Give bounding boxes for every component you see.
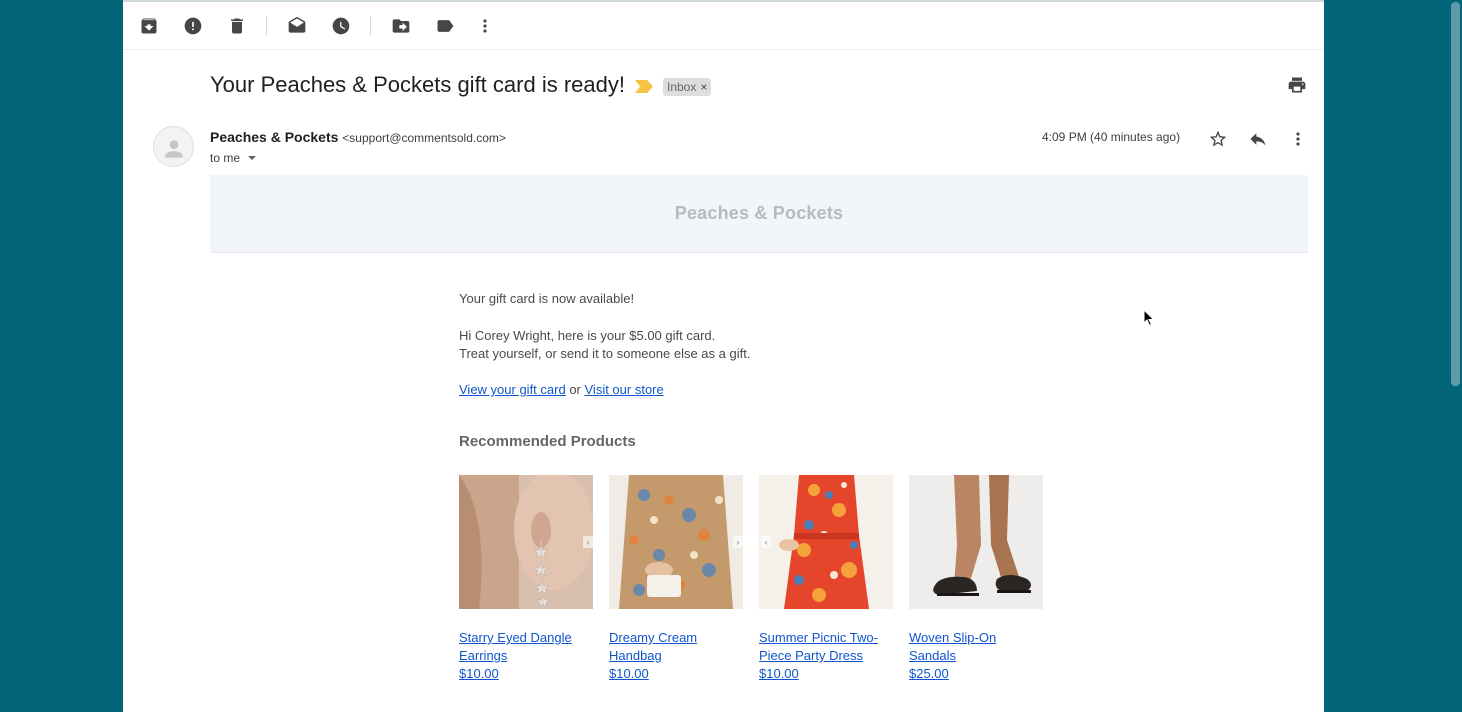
product-price-link[interactable]: $10.00: [759, 666, 799, 681]
email-subject: Your Peaches & Pockets gift card is read…: [210, 72, 625, 97]
product-card: ‹ Summer Picnic Two-Piece Party Dress $1…: [759, 475, 893, 683]
reply-icon[interactable]: [1246, 127, 1270, 151]
email-timestamp: 4:09 PM (40 minutes ago): [1042, 130, 1181, 144]
product-card: › Dreamy Cream Handbag $10.00: [609, 475, 743, 683]
product-name-link[interactable]: Dreamy Cream Handbag: [609, 630, 697, 663]
snooze-icon[interactable]: [329, 14, 353, 38]
recipient-details-toggle[interactable]: to me: [210, 151, 257, 165]
recommended-products-heading: Recommended Products: [459, 433, 636, 450]
product-image-dress[interactable]: ‹: [759, 475, 893, 609]
email-window: Your Peaches & Pockets gift card is read…: [123, 2, 1324, 712]
sender-avatar[interactable]: [153, 126, 194, 167]
product-name-link[interactable]: Summer Picnic Two-Piece Party Dress: [759, 630, 878, 663]
more-options-icon[interactable]: [1286, 127, 1310, 151]
store-logo-text: Peaches & Pockets: [674, 203, 844, 223]
archive-icon[interactable]: [137, 14, 161, 38]
action-links: View your gift card or Visit our store: [459, 382, 664, 397]
sender-name[interactable]: Peaches & Pockets: [210, 129, 338, 145]
carousel-next-icon[interactable]: ›: [733, 536, 743, 548]
carousel-next-icon[interactable]: ›: [583, 536, 593, 548]
inbox-label-text: Inbox: [667, 80, 697, 94]
toolbar-divider: [266, 16, 267, 36]
scrollbar[interactable]: [1451, 2, 1460, 386]
email-banner: Peaches & Pockets: [210, 175, 1308, 253]
chevron-down-icon: [248, 156, 257, 160]
product-image-handbag[interactable]: ›: [609, 475, 743, 609]
greeting-paragraph: Hi Corey Wright, here is your $5.00 gift…: [459, 327, 750, 363]
person-icon: [164, 139, 183, 158]
sender-email: <support@commentsold.com>: [342, 131, 506, 145]
delete-icon[interactable]: [225, 14, 249, 38]
sender-line: Peaches & Pockets <support@commentsold.c…: [210, 129, 506, 145]
product-image-earrings[interactable]: ›: [459, 475, 593, 609]
label-icon[interactable]: [433, 14, 457, 38]
product-card: › Starry Eyed Dangle Earrings $10.00: [459, 475, 593, 683]
recipient-text: to me: [210, 151, 241, 165]
carousel-prev-icon[interactable]: ‹: [761, 536, 771, 548]
product-price-link[interactable]: $10.00: [459, 666, 499, 681]
print-icon[interactable]: [1287, 75, 1309, 97]
move-to-icon[interactable]: [389, 14, 413, 38]
product-name-link[interactable]: Starry Eyed Dangle Earrings: [459, 630, 572, 663]
gift-suggestion-line: Treat yourself, or send it to someone el…: [459, 346, 751, 361]
remove-label-icon[interactable]: ×: [700, 78, 707, 96]
inbox-label-chip[interactable]: Inbox ×: [663, 78, 712, 96]
more-vert-icon[interactable]: [473, 14, 497, 38]
links-separator: or: [565, 382, 585, 397]
product-name-link[interactable]: Woven Slip-On Sandals: [909, 630, 996, 663]
report-spam-icon[interactable]: [181, 14, 205, 38]
star-icon[interactable]: [1206, 127, 1230, 151]
importance-marker-icon[interactable]: [635, 80, 653, 93]
product-price-link[interactable]: $10.00: [609, 666, 649, 681]
view-gift-card-link[interactable]: View your gift card: [459, 382, 566, 397]
toolbar-divider: [370, 16, 371, 36]
product-card: Woven Slip-On Sandals $25.00: [909, 475, 1043, 683]
product-image-sandals[interactable]: [909, 475, 1043, 609]
mouse-cursor-icon: [1143, 309, 1155, 327]
product-price-link[interactable]: $25.00: [909, 666, 949, 681]
desktop-background: [1324, 0, 1462, 712]
mark-unread-icon[interactable]: [285, 14, 309, 38]
availability-message: Your gift card is now available!: [459, 291, 635, 306]
greeting-line: Hi Corey Wright, here is your $5.00 gift…: [459, 328, 716, 343]
visit-store-link[interactable]: Visit our store: [585, 382, 664, 397]
toolbar: [123, 2, 1324, 50]
